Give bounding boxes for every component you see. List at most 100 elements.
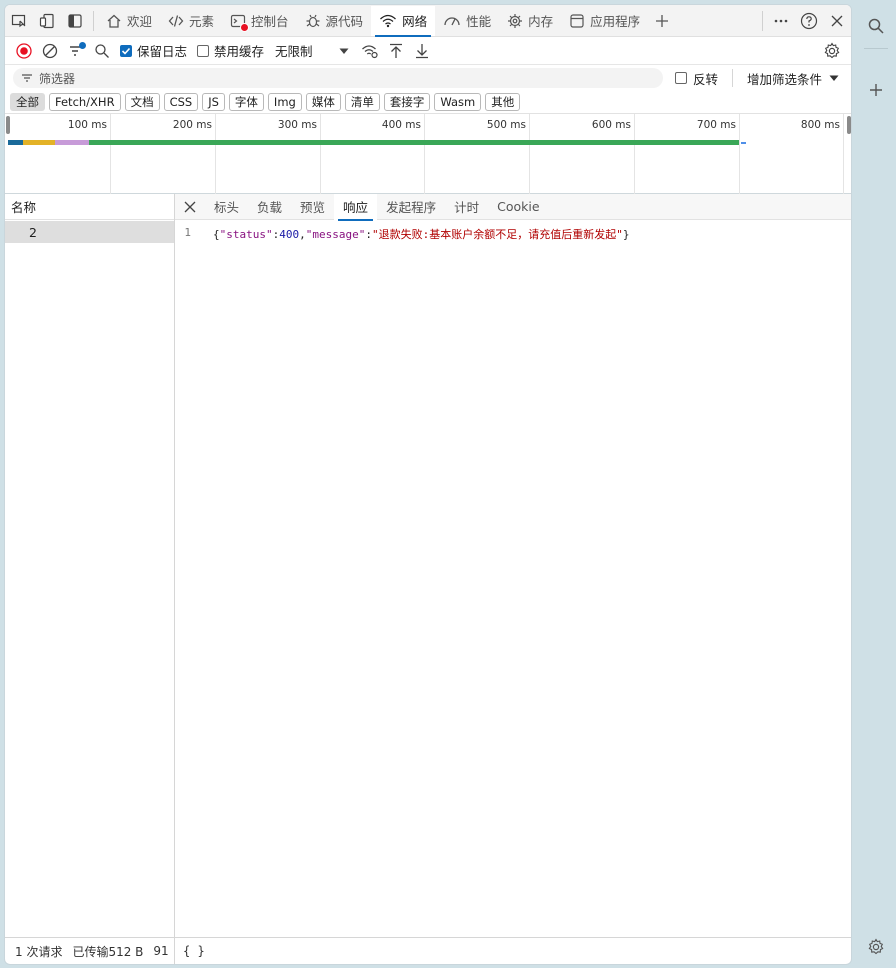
help-icon [800,12,818,29]
request-row[interactable]: 2 [5,221,174,243]
json-brace: } [622,228,630,241]
chip-socket[interactable]: 套接字 [383,93,431,111]
chip-img[interactable]: Img [267,93,302,111]
gauge-icon [444,16,460,25]
preserve-log-checkbox[interactable]: 保留日志 [120,41,187,60]
tabbar-actions [758,6,851,36]
tab-cookies[interactable]: Cookie [488,194,548,220]
more-icon [774,19,788,22]
throttling-dropdown-button[interactable] [331,38,357,64]
summary: 1 次请求 已传输512 B 91 [5,938,175,964]
divider [864,48,888,49]
import-har-button[interactable] [383,38,409,64]
inspect-icon[interactable] [5,6,33,36]
chip-wasm[interactable]: Wasm [434,93,482,111]
tab-welcome[interactable]: 欢迎 [98,6,160,36]
gear-icon [868,938,884,955]
dock-side-icon[interactable] [61,6,89,36]
response-line: {"status":400,"message":"退款失败:基本账户余额不足，请… [213,226,629,242]
sidebar-search-button[interactable] [862,12,890,40]
network-overview[interactable]: 100 ms 200 ms 300 ms 400 ms 500 ms 600 m… [5,113,851,194]
tick-label: 100 ms [67,119,107,131]
more-options-button[interactable] [767,6,795,36]
search-icon [95,43,109,58]
tab-label: 应用程序 [590,14,641,29]
filter-placeholder: 筛选器 [39,71,76,86]
export-har-button[interactable] [409,38,435,64]
chip-all[interactable]: 全部 [10,93,45,111]
pretty-print-button[interactable]: { } [175,944,205,958]
name-column-header[interactable]: 名称 [5,194,174,220]
chip-fetch-xhr[interactable]: Fetch/XHR [49,93,121,111]
chip-js[interactable]: JS [202,93,225,111]
close-details-button[interactable] [175,194,205,220]
tick-label: 800 ms [800,119,840,131]
gear-icon [824,41,840,58]
overview-right-handle[interactable] [847,116,851,134]
chip-css[interactable]: CSS [163,93,199,111]
tab-elements[interactable]: 元素 [160,6,222,36]
chip-font[interactable]: 字体 [228,93,264,111]
tab-initiator[interactable]: 发起程序 [377,194,445,220]
sidebar-add-button[interactable] [862,76,890,104]
timing-bar-download [741,142,746,144]
invert-label: 反转 [693,71,719,87]
checkbox-unchecked-icon [675,72,687,84]
filter-input[interactable]: 筛选器 [13,68,663,88]
record-icon [16,42,32,59]
browser-sidebar [856,0,896,968]
search-icon [868,18,884,34]
add-filter-button[interactable]: 增加筛选条件 [747,69,840,88]
sidebar-settings-button[interactable] [862,933,890,961]
device-emulation-icon[interactable] [33,6,61,36]
record-button[interactable] [11,38,37,64]
bug-icon [306,14,320,27]
divider [732,69,734,87]
chip-doc[interactable]: 文档 [124,93,160,111]
tab-console[interactable]: 控制台 [222,6,297,36]
tab-response[interactable]: 响应 [334,193,378,221]
json-key: "status" [219,228,273,241]
chip-manifest[interactable]: 清单 [344,93,380,111]
chip-media[interactable]: 媒体 [305,93,341,111]
close-icon [831,15,843,26]
download-icon [415,43,428,58]
wifi-icon [380,14,397,27]
invert-checkbox[interactable]: 反转 [675,69,718,88]
tab-application[interactable]: 应用程序 [561,6,648,36]
tick-label: 400 ms [381,119,421,131]
clear-button[interactable] [37,38,63,64]
tab-payload[interactable]: 负载 [248,194,291,220]
disable-cache-checkbox[interactable]: 禁用缓存 [197,41,264,60]
response-body[interactable]: 1 {"status":400,"message":"退款失败:基本账户余额不足… [175,220,851,242]
json-number: 400 [279,228,300,241]
line-number: 1 [184,226,191,239]
network-conditions-button[interactable] [357,38,383,64]
disable-cache-label: 禁用缓存 [214,44,265,59]
tab-label: 欢迎 [127,14,153,29]
tab-sources[interactable]: 源代码 [297,6,372,36]
plus-icon [870,84,882,96]
search-button[interactable] [89,38,115,64]
tab-memory[interactable]: 内存 [499,6,561,36]
request-count: 1 次请求 [15,944,63,959]
tab-label: 元素 [189,14,215,29]
timing-bar-ssl [23,140,55,145]
add-tool-button[interactable] [648,6,676,36]
throttling-select[interactable]: 无限制 [275,41,313,60]
overview-left-handle[interactable] [6,116,10,134]
network-settings-button[interactable] [819,38,845,64]
filter-active-badge-icon [79,41,86,49]
help-button[interactable] [795,6,823,36]
grid-line [110,114,111,194]
chip-other[interactable]: 其他 [485,93,521,111]
tab-headers[interactable]: 标头 [205,194,248,220]
tab-preview[interactable]: 预览 [291,194,334,220]
tab-timing[interactable]: 计时 [445,194,488,220]
tab-performance[interactable]: 性能 [435,6,499,36]
tab-network[interactable]: 网络 [371,5,436,37]
json-key: "message" [305,228,366,241]
close-devtools-button[interactable] [823,6,851,36]
tab-label: 源代码 [325,14,364,29]
filter-toggle-button[interactable] [63,38,89,64]
